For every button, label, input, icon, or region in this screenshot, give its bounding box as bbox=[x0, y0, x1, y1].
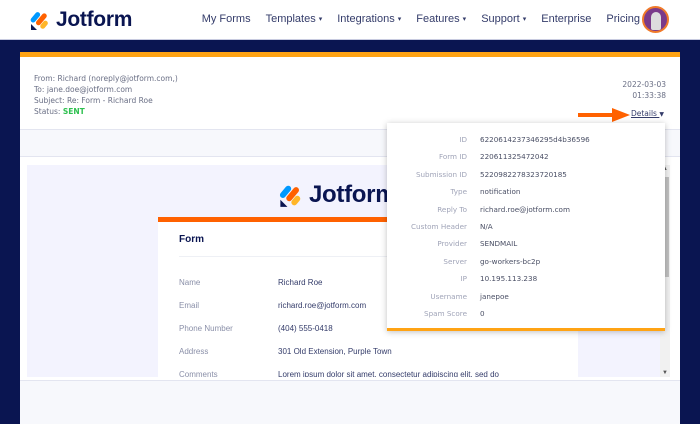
email-logo: Jotform bbox=[279, 181, 397, 209]
detail-value: 0 bbox=[480, 309, 485, 318]
detail-value: richard.roe@jotform.com bbox=[480, 204, 570, 214]
detail-row: Custom Header N/A bbox=[387, 222, 665, 231]
detail-value: janepoe bbox=[480, 291, 509, 301]
field-value: Richard Roe bbox=[278, 278, 323, 287]
detail-label: IP bbox=[460, 274, 467, 284]
form-row: Comments Lorem ipsum dolor sit amet, cons… bbox=[179, 370, 499, 377]
detail-value: N/A bbox=[480, 222, 493, 231]
detail-row: Spam Score 0 bbox=[387, 309, 665, 318]
jotform-logo-icon bbox=[279, 185, 301, 207]
detail-label: Reply To bbox=[437, 204, 467, 214]
field-label: Phone Number bbox=[179, 324, 233, 333]
form-row: Name Richard Roe bbox=[179, 278, 322, 287]
details-popup: ID 6220614237346295d4b36596 Form ID 2206113… bbox=[387, 123, 665, 331]
nav-item-label: Integrations bbox=[337, 13, 395, 25]
jotform-logo-icon bbox=[30, 12, 48, 30]
logo-text: Jotform bbox=[309, 181, 397, 208]
nav-item-label: Templates bbox=[265, 13, 316, 25]
nav-item-label: Support bbox=[481, 13, 520, 25]
detail-row: Form ID 220611325472042 bbox=[387, 152, 665, 161]
detail-value: 5220982278323720185 bbox=[480, 169, 567, 179]
email-meta: From: Richard (noreply@jotform.com,) To:… bbox=[34, 73, 178, 117]
detail-value: 6220614237346295d4b36596 bbox=[480, 135, 590, 144]
nav-item[interactable]: Features ▾ bbox=[416, 13, 466, 25]
nav-item-label: Pricing bbox=[606, 13, 640, 25]
top-navbar: Jotform My Forms Templates ▾ Integrations ▾ F… bbox=[0, 0, 700, 40]
nav-item[interactable]: Support ▾ bbox=[481, 13, 526, 25]
nav-item[interactable]: Pricing bbox=[606, 13, 640, 25]
detail-row: IP 10.195.113.238 bbox=[387, 274, 665, 283]
status-badge: SENT bbox=[62, 107, 85, 116]
detail-row: Reply To richard.roe@jotform.com bbox=[387, 205, 665, 214]
field-value: (404) 555-0418 bbox=[278, 324, 333, 333]
nav-item[interactable]: Enterprise bbox=[541, 13, 591, 25]
detail-value: go-workers-bc2p bbox=[480, 256, 541, 266]
subject-value: Re: Form - Richard Roe bbox=[66, 96, 153, 105]
to-label: To: bbox=[34, 85, 45, 94]
nav-item-label: Features bbox=[416, 13, 460, 25]
logo-text: Jotform bbox=[56, 8, 133, 31]
detail-label: Form ID bbox=[438, 152, 467, 162]
email-date: 2022-03-03 bbox=[622, 80, 666, 89]
detail-value: notification bbox=[480, 187, 521, 197]
nav-item[interactable]: Templates ▾ bbox=[266, 13, 323, 25]
detail-row: Server go-workers-bc2p bbox=[387, 257, 665, 266]
detail-row: Username janepoe bbox=[387, 292, 665, 301]
details-label: Details bbox=[630, 109, 657, 118]
field-value: Lorem ipsum dolor sit amet, consectetur … bbox=[278, 370, 499, 377]
detail-row: Type notification bbox=[387, 187, 665, 196]
nav-item-label: Enterprise bbox=[541, 13, 592, 25]
email-time: 01:33:38 bbox=[632, 91, 666, 100]
main-nav: My Forms Templates ▾ Integrations ▾ Features ▾… bbox=[202, 13, 640, 25]
detail-label: Type bbox=[450, 187, 467, 197]
detail-label: Username bbox=[430, 291, 467, 301]
form-row: Phone Number (404) 555-0418 bbox=[179, 324, 333, 333]
caret-down-icon: ▼ bbox=[659, 111, 664, 118]
subject-label: Subject: bbox=[34, 96, 65, 105]
detail-value: 220611325472042 bbox=[480, 152, 549, 162]
scroll-down-icon[interactable]: ▼ bbox=[662, 370, 668, 376]
detail-label: Server bbox=[443, 256, 467, 266]
chevron-down-icon: ▾ bbox=[462, 16, 467, 23]
detail-value: 10.195.113.238 bbox=[480, 274, 538, 284]
from-label: From: bbox=[34, 74, 56, 83]
nav-item[interactable]: Integrations ▾ bbox=[337, 13, 401, 25]
details-toggle[interactable]: Details ▼ bbox=[631, 109, 664, 118]
chevron-down-icon: ▾ bbox=[522, 16, 527, 23]
detail-label: Submission ID bbox=[415, 169, 467, 179]
form-row: Email richard.roe@jotform.com bbox=[179, 301, 366, 310]
field-label: Name bbox=[179, 278, 201, 287]
nav-item[interactable]: My Forms bbox=[202, 13, 251, 25]
card-footer bbox=[20, 380, 680, 424]
status-label: Status: bbox=[34, 107, 61, 116]
field-label: Address bbox=[179, 347, 209, 356]
detail-row: ID 6220614237346295d4b36596 bbox=[387, 135, 665, 144]
avatar[interactable] bbox=[642, 6, 669, 33]
field-value: richard.roe@jotform.com bbox=[278, 301, 367, 310]
from-value: Richard (noreply@jotform.com,) bbox=[57, 74, 178, 83]
field-label: Email bbox=[179, 301, 200, 310]
detail-label: Provider bbox=[437, 239, 467, 249]
detail-value: SENDMAIL bbox=[480, 239, 518, 249]
detail-row: Provider SENDMAIL bbox=[387, 239, 665, 248]
field-value: 301 Old Extension, Purple Town bbox=[278, 347, 392, 356]
form-title: Form bbox=[179, 234, 204, 245]
arrow-pointer-icon bbox=[578, 108, 630, 122]
field-label: Comments bbox=[179, 370, 218, 377]
chevron-down-icon: ▾ bbox=[397, 16, 402, 23]
jotform-logo[interactable]: Jotform bbox=[30, 8, 132, 32]
email-datetime: 2022-03-03 01:33:38 bbox=[622, 79, 666, 101]
detail-label: ID bbox=[459, 135, 467, 144]
detail-label: Custom Header bbox=[411, 222, 467, 231]
detail-label: Spam Score bbox=[424, 309, 467, 318]
chevron-down-icon: ▾ bbox=[318, 16, 323, 23]
nav-item-label: My Forms bbox=[201, 13, 251, 25]
detail-row: Submission ID 5220982278323720185 bbox=[387, 170, 665, 179]
to-value: jane.doe@jotform.com bbox=[46, 85, 133, 94]
form-row: Address 301 Old Extension, Purple Town bbox=[179, 347, 392, 356]
